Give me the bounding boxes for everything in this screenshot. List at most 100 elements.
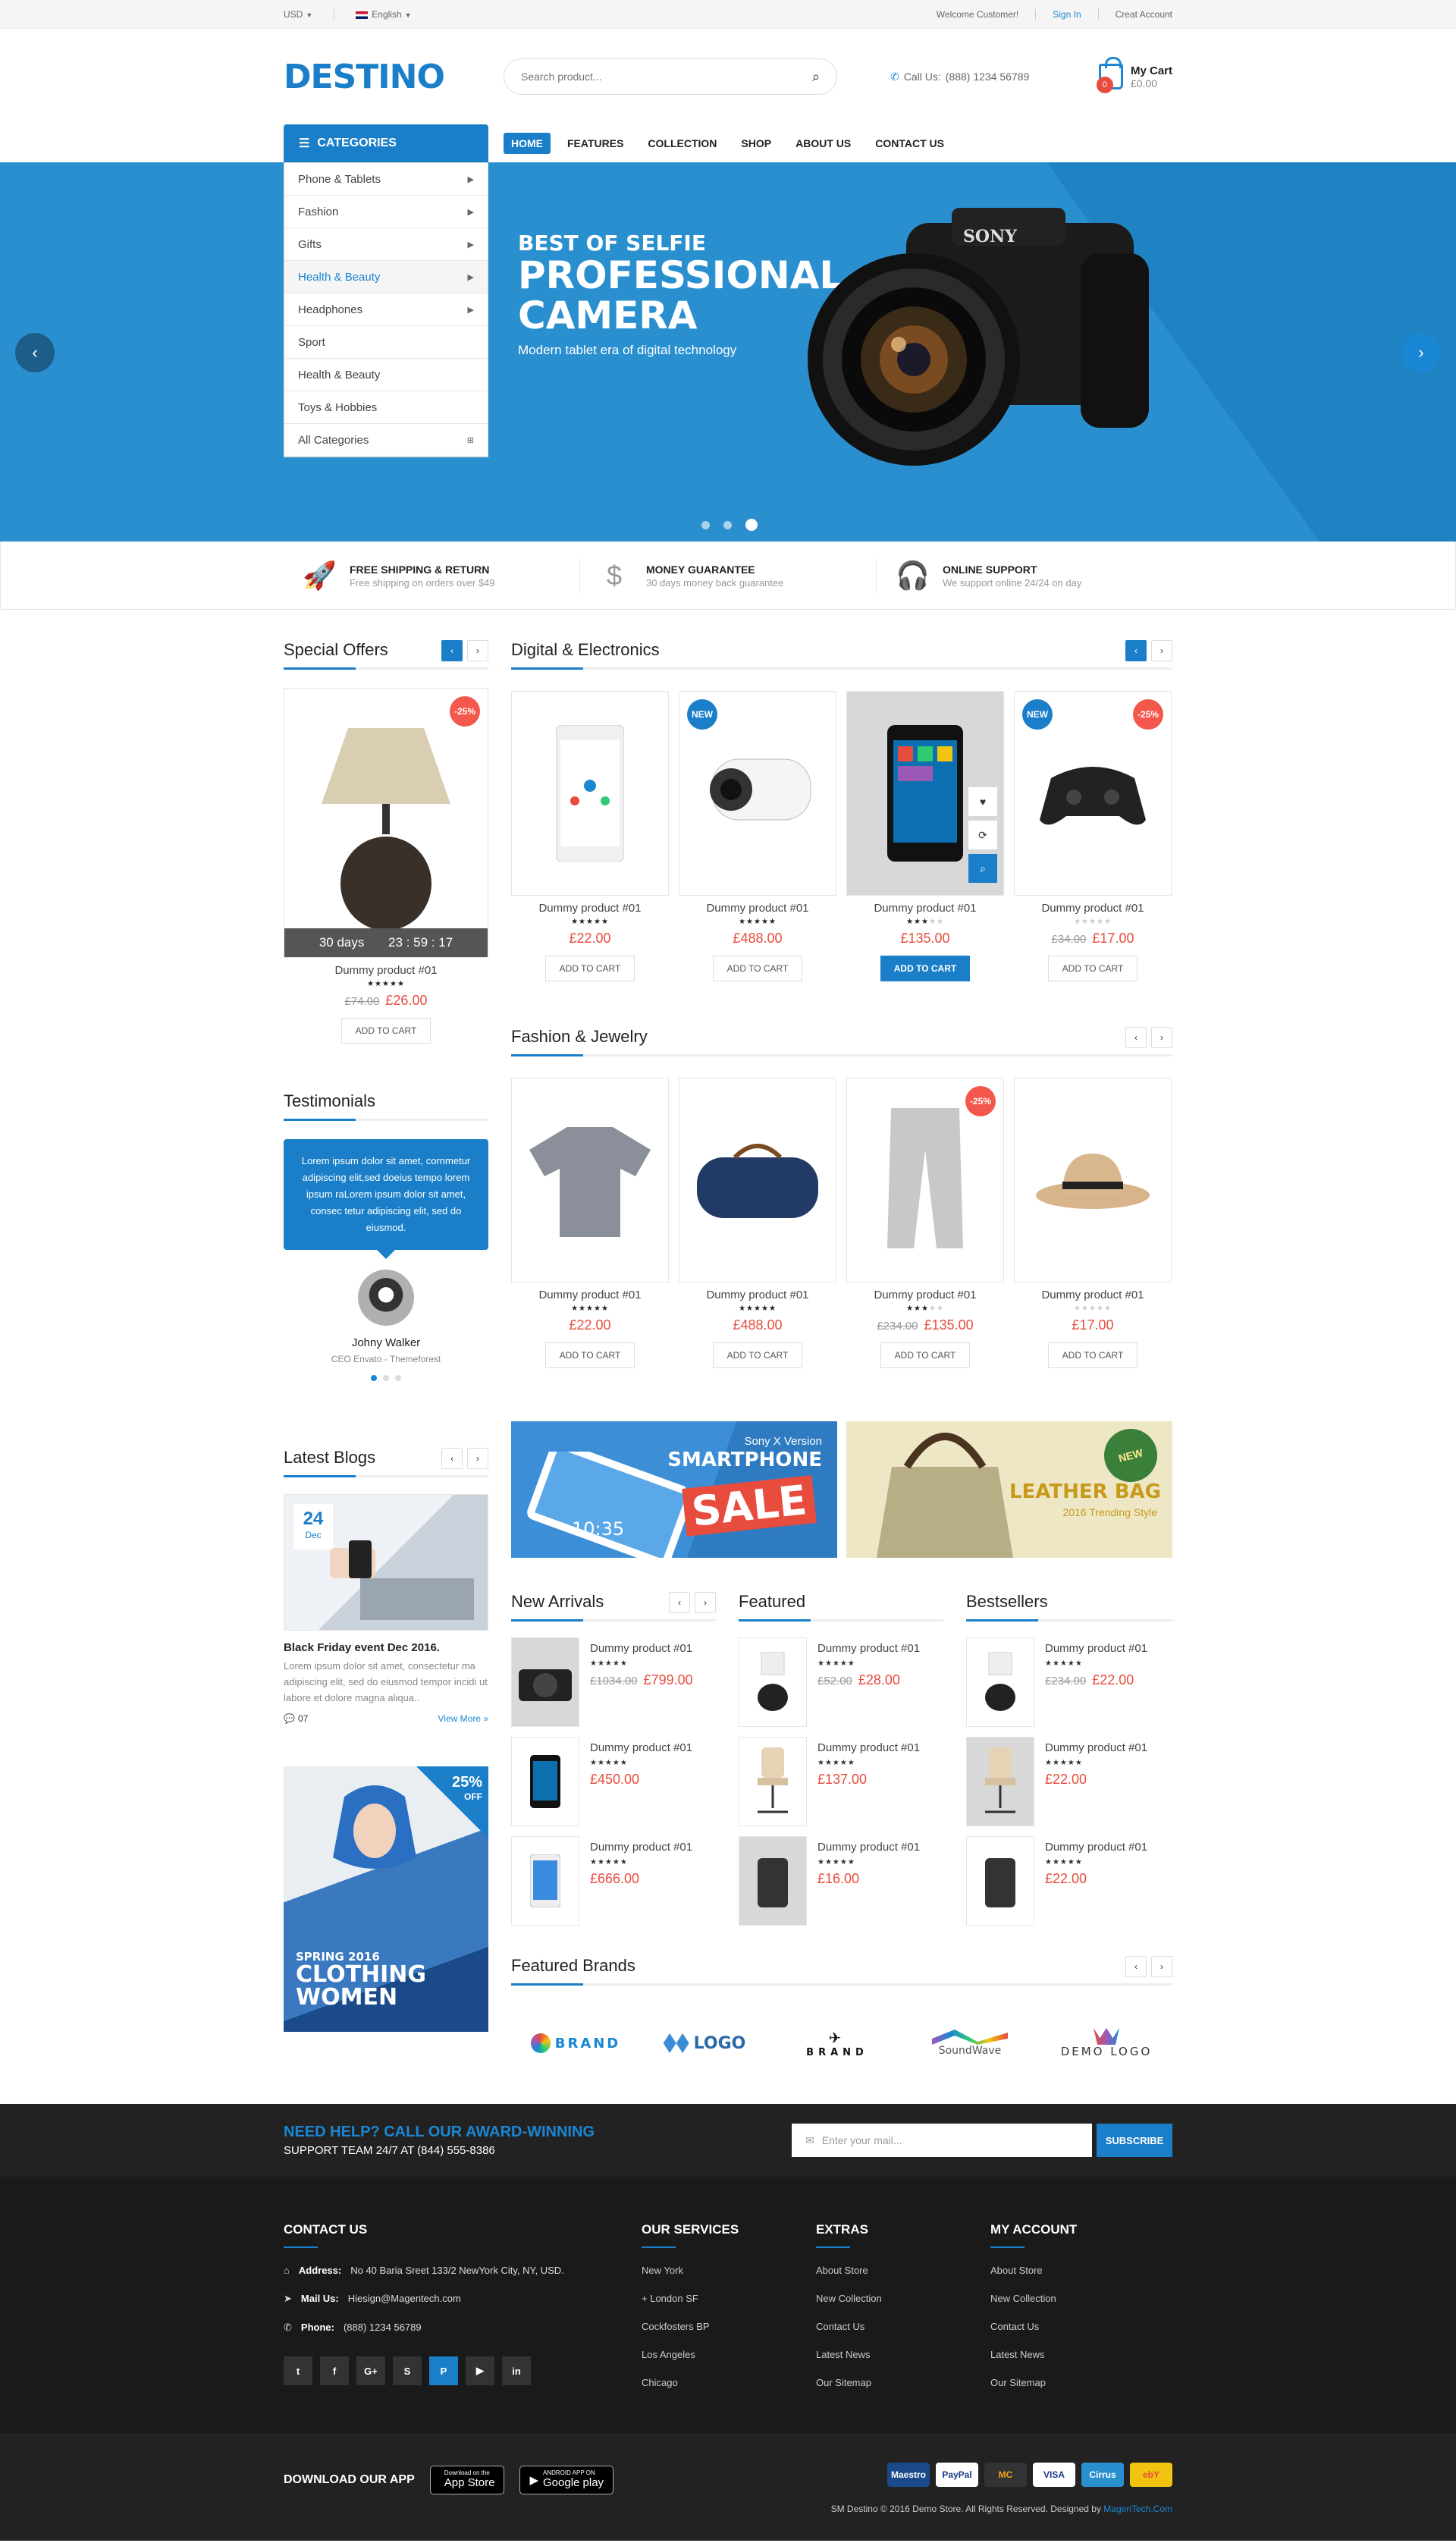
footer-link[interactable]: About Store xyxy=(816,2265,968,2276)
designer-link[interactable]: MagenTech.Com xyxy=(1103,2504,1172,2514)
add-to-cart-button[interactable]: ADD TO CART xyxy=(341,1018,431,1044)
list-item[interactable]: Dummy product #01 ★★★★★ £234.00 £22.00 xyxy=(966,1637,1178,1727)
footer-link[interactable]: Contact Us xyxy=(990,2321,1142,2332)
search-icon[interactable]: ⌕ xyxy=(812,69,820,85)
prev-button[interactable]: ‹ xyxy=(441,1448,463,1469)
product-card[interactable]: NEW Dummy product #01 ★★★★★ £488.00 ADD … xyxy=(679,691,836,981)
product-image[interactable]: ♥ ⟳ ⌕ xyxy=(846,691,1004,896)
footer-link[interactable]: Los Angeles xyxy=(642,2349,793,2360)
product-name[interactable]: Dummy product #01 xyxy=(284,964,488,977)
product-card[interactable]: Dummy product #01 ★★★★★ £17.00 ADD TO CA… xyxy=(1014,1078,1172,1368)
product-image[interactable] xyxy=(511,1078,669,1282)
footer-link[interactable]: Our Sitemap xyxy=(816,2377,968,2388)
product-card-hovered[interactable]: ♥ ⟳ ⌕ Dummy product #01 ★★★★★ £135.00 AD… xyxy=(846,691,1004,981)
dot-active[interactable] xyxy=(371,1375,377,1382)
list-item[interactable]: Dummy product #01 ★★★★★ £1034.00 £799.00 xyxy=(511,1637,723,1727)
category-item[interactable]: Gifts ▶ xyxy=(284,228,488,261)
google-play-button[interactable]: ▶ ANDROID APP ON Google play xyxy=(519,2466,614,2494)
footer-link[interactable]: Contact Us xyxy=(816,2321,968,2332)
currency-select[interactable]: USD ▼ xyxy=(284,9,312,20)
special-product-image[interactable]: -25% 30 days 23 : 59 : 17 xyxy=(284,688,488,958)
product-thumb[interactable] xyxy=(966,1737,1034,1826)
prev-button[interactable]: ‹ xyxy=(1125,1027,1147,1048)
list-item[interactable]: Dummy product #01 ★★★★★ £137.00 xyxy=(739,1737,951,1826)
next-button[interactable]: › xyxy=(1151,1956,1172,1977)
product-image[interactable] xyxy=(1014,1078,1172,1282)
slider-next-button[interactable]: › xyxy=(1401,333,1441,372)
facebook-icon[interactable]: f xyxy=(320,2356,349,2385)
menu-shop[interactable]: SHOP xyxy=(733,133,779,154)
menu-contact[interactable]: CONTACT US xyxy=(868,133,952,154)
product-card[interactable]: -25% Dummy product #01 ★★★★★ £234.00 £135… xyxy=(846,1078,1004,1368)
slider-dot[interactable] xyxy=(723,520,732,529)
youtube-icon[interactable]: ▶ xyxy=(466,2356,494,2385)
category-item[interactable]: Toys & Hobbies xyxy=(284,391,488,424)
linkedin-icon[interactable]: in xyxy=(502,2356,531,2385)
subscribe-button[interactable]: SUBSCRIBE xyxy=(1097,2124,1172,2157)
smartphone-banner[interactable]: 10:35 Sony X Version SMARTPHONE SALE xyxy=(511,1421,837,1558)
product-image[interactable]: -25% xyxy=(846,1078,1004,1282)
footer-link[interactable]: Cockfosters BP xyxy=(642,2321,793,2332)
product-thumb[interactable] xyxy=(511,1737,579,1826)
list-item[interactable]: Dummy product #01 ★★★★★ £16.00 xyxy=(739,1836,951,1926)
prev-button[interactable]: ‹ xyxy=(1125,640,1147,661)
newsletter-email-field[interactable]: ✉ Enter your mail... xyxy=(792,2124,1092,2157)
product-name[interactable]: Dummy product #01 xyxy=(846,1289,1004,1301)
list-item[interactable]: Dummy product #01 ★★★★★ £22.00 xyxy=(966,1737,1178,1826)
slider-dot-active[interactable] xyxy=(745,519,758,531)
compare-icon[interactable]: ⟳ xyxy=(968,821,997,849)
footer-link[interactable]: New Collection xyxy=(816,2293,968,2304)
next-button[interactable]: › xyxy=(1151,1027,1172,1048)
product-name[interactable]: Dummy product #01 xyxy=(846,902,1004,915)
brand-logo[interactable]: LOGO xyxy=(648,2020,761,2066)
brand-logo[interactable]: SoundWave xyxy=(913,2020,1027,2066)
product-name[interactable]: Dummy product #01 xyxy=(679,1289,836,1301)
category-item[interactable]: Health & Beauty xyxy=(284,359,488,391)
create-account-link[interactable]: Creat Account xyxy=(1116,9,1172,20)
product-card[interactable]: Dummy product #01 ★★★★★ £22.00 ADD TO CA… xyxy=(511,1078,669,1368)
list-item[interactable]: Dummy product #01 ★★★★★ £666.00 xyxy=(511,1836,723,1926)
footer-link[interactable]: New York xyxy=(642,2265,793,2276)
footer-link[interactable]: + London SF xyxy=(642,2293,793,2304)
product-name[interactable]: Dummy product #01 xyxy=(1014,1289,1172,1301)
category-item[interactable]: Headphones ▶ xyxy=(284,294,488,326)
list-item[interactable]: Dummy product #01 ★★★★★ £52.00 £28.00 xyxy=(739,1637,951,1727)
add-to-cart-button[interactable]: ADD TO CART xyxy=(545,1342,635,1368)
brand-logo[interactable]: DEMO LOGO xyxy=(1046,2020,1167,2066)
list-item[interactable]: Dummy product #01 ★★★★★ £450.00 xyxy=(511,1737,723,1826)
view-more-link[interactable]: View More » xyxy=(438,1713,488,1724)
leather-bag-banner[interactable]: NEW LEATHER BAG 2016 Trending Style xyxy=(846,1421,1172,1558)
menu-collection[interactable]: COLLECTION xyxy=(640,133,724,154)
site-logo[interactable]: DESTINO xyxy=(284,58,504,96)
next-button[interactable]: › xyxy=(467,640,488,661)
category-item[interactable]: Phone & Tablets ▶ xyxy=(284,163,488,196)
product-thumb[interactable] xyxy=(739,1836,807,1926)
product-thumb[interactable] xyxy=(966,1836,1034,1926)
add-to-cart-button[interactable]: ADD TO CART xyxy=(545,956,635,981)
blog-title[interactable]: Black Friday event Dec 2016. xyxy=(284,1641,488,1654)
slider-dot[interactable] xyxy=(701,520,710,529)
footer-link[interactable]: Our Sitemap xyxy=(990,2377,1142,2388)
next-button[interactable]: › xyxy=(695,1592,716,1613)
footer-link[interactable]: Chicago xyxy=(642,2377,793,2388)
footer-link[interactable]: About Store xyxy=(990,2265,1142,2276)
list-item[interactable]: Dummy product #01 ★★★★★ £22.00 xyxy=(966,1836,1178,1926)
footer-link[interactable]: Latest News xyxy=(990,2349,1142,2360)
categories-toggle[interactable]: ☰ CATEGORIES xyxy=(284,124,488,162)
mini-cart[interactable]: 0 My Cart £0.00 xyxy=(1096,57,1172,93)
add-to-cart-button[interactable]: ADD TO CART xyxy=(880,956,970,981)
menu-features[interactable]: FEATURES xyxy=(560,133,631,154)
twitter-icon[interactable]: t xyxy=(284,2356,312,2385)
brand-logo[interactable]: ✈ BRAND xyxy=(780,2020,894,2066)
prev-button[interactable]: ‹ xyxy=(441,640,463,661)
product-thumb[interactable] xyxy=(739,1737,807,1826)
add-to-cart-button[interactable]: ADD TO CART xyxy=(713,956,802,981)
product-name[interactable]: Dummy product #01 xyxy=(679,902,836,915)
prev-button[interactable]: ‹ xyxy=(669,1592,690,1613)
add-to-cart-button[interactable]: ADD TO CART xyxy=(1048,956,1138,981)
category-item[interactable]: Health & Beauty ▶ xyxy=(284,261,488,294)
next-button[interactable]: › xyxy=(467,1448,488,1469)
search-input[interactable] xyxy=(521,71,812,83)
next-button[interactable]: › xyxy=(1151,640,1172,661)
product-name[interactable]: Dummy product #01 xyxy=(1014,902,1172,915)
